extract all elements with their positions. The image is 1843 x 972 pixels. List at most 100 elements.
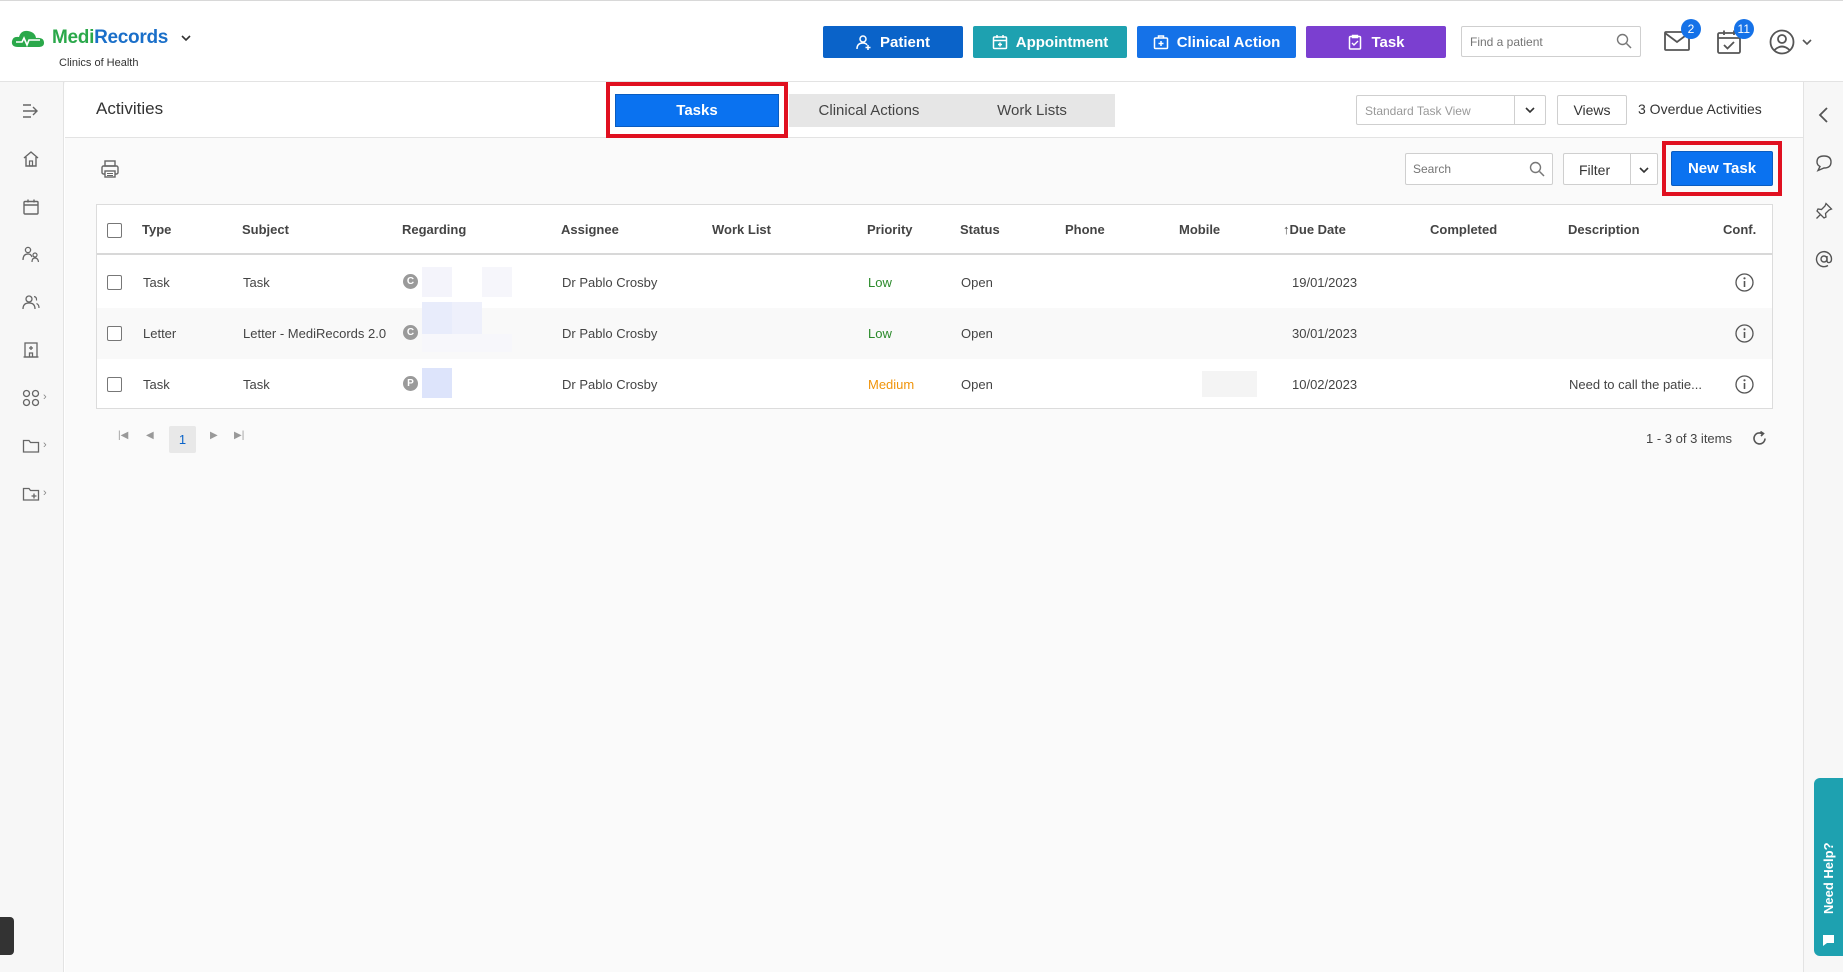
cell-description: Need to call the patie...: [1569, 377, 1702, 392]
new-task-top-button[interactable]: Task: [1306, 26, 1446, 58]
tab-work-lists[interactable]: Work Lists: [949, 94, 1115, 127]
new-task-button[interactable]: New Task: [1671, 151, 1773, 186]
tab-tasks[interactable]: Tasks: [615, 94, 779, 127]
appointment-button-label: Appointment: [1015, 33, 1109, 51]
refresh-icon[interactable]: [1751, 430, 1768, 447]
pin-icon[interactable]: [1815, 202, 1833, 220]
info-icon[interactable]: [1735, 273, 1754, 292]
folder-icon: [22, 439, 40, 453]
cell-status: Open: [961, 275, 993, 290]
new-appointment-button[interactable]: Appointment: [973, 26, 1127, 58]
column-header-assignee[interactable]: Assignee: [561, 222, 619, 237]
patients-icon: [22, 246, 40, 263]
column-header-subject[interactable]: Subject: [242, 222, 289, 237]
column-header-completed[interactable]: Completed: [1430, 222, 1497, 237]
messages-button[interactable]: 2: [1663, 19, 1701, 59]
cell-due-date: 10/02/2023: [1292, 377, 1358, 392]
task-search-input[interactable]: [1406, 154, 1516, 184]
column-header-description[interactable]: Description: [1568, 222, 1640, 237]
cell-priority: Low: [868, 326, 892, 341]
column-header-priority[interactable]: Priority: [867, 222, 913, 237]
chevron-right-icon: ›: [43, 391, 47, 403]
expand-menu-icon: [23, 104, 38, 118]
main-content: Activities Tasks Clinical Actions Work L…: [65, 82, 1803, 972]
page-title: Activities: [96, 99, 164, 118]
clipboard-icon: [1349, 34, 1362, 50]
select-all-checkbox[interactable]: [107, 223, 122, 238]
app-logo[interactable]: MediRecords: [10, 27, 192, 49]
last-page-icon[interactable]: ▶|: [234, 430, 244, 441]
tasks-notification-button[interactable]: 11: [1716, 19, 1754, 59]
row-checkbox[interactable]: [107, 326, 122, 341]
user-menu[interactable]: [1769, 29, 1813, 55]
need-help-widget[interactable]: Need Help?: [1814, 778, 1843, 956]
chat-icon[interactable]: [1815, 154, 1833, 172]
cell-due-date: 30/01/2023: [1292, 326, 1358, 341]
page-header: Activities Tasks Clinical Actions Work L…: [65, 82, 1803, 138]
folder-add-icon: [22, 487, 40, 501]
info-icon[interactable]: [1735, 324, 1754, 343]
tab-clinical-actions[interactable]: Clinical Actions: [789, 94, 949, 127]
column-header-phone[interactable]: Phone: [1065, 222, 1105, 237]
filter-button[interactable]: Filter: [1563, 153, 1658, 185]
task-search[interactable]: [1405, 153, 1553, 185]
info-icon[interactable]: [1735, 375, 1754, 394]
row-checkbox[interactable]: [107, 275, 122, 290]
nav-patients[interactable]: [22, 244, 42, 264]
search-icon[interactable]: [1529, 161, 1545, 177]
column-header-worklist[interactable]: Work List: [712, 222, 771, 237]
cell-assignee: Dr Pablo Crosby: [562, 275, 658, 290]
find-patient-input[interactable]: [1462, 27, 1602, 56]
due-date-header-label: Due Date: [1289, 222, 1346, 237]
home-icon: [23, 151, 39, 167]
task-view-select[interactable]: Standard Task View: [1356, 95, 1546, 125]
expand-sidebar-button[interactable]: [22, 101, 42, 121]
chevron-right-icon: ›: [43, 439, 47, 451]
overdue-activities-link[interactable]: 3 Overdue Activities: [1638, 101, 1762, 117]
at-sign-icon[interactable]: [1815, 250, 1833, 268]
side-drawer-tab[interactable]: [0, 917, 14, 955]
column-header-mobile[interactable]: Mobile: [1179, 222, 1220, 237]
cell-subject: Task: [243, 377, 270, 392]
views-button[interactable]: Views: [1557, 95, 1627, 125]
row-checkbox[interactable]: [107, 377, 122, 392]
column-header-status[interactable]: Status: [960, 222, 1000, 237]
cell-type: Letter: [143, 326, 177, 341]
nav-folders[interactable]: [22, 436, 42, 456]
nav-calendar[interactable]: [22, 197, 42, 217]
table-row[interactable]: Task Task C Dr Pablo Crosby Low Open 19/…: [97, 257, 1772, 308]
redacted-name-block: [482, 267, 512, 297]
new-clinical-action-button[interactable]: Clinical Action: [1137, 26, 1296, 58]
find-patient-search[interactable]: [1461, 26, 1641, 57]
brand-name: MediRecords: [52, 27, 169, 48]
page-number-current[interactable]: 1: [169, 426, 196, 453]
column-header-due-date[interactable]: ↑Due Date: [1283, 222, 1346, 237]
nav-contacts[interactable]: [22, 292, 42, 312]
column-header-regarding[interactable]: Regarding: [402, 222, 466, 237]
nav-new-folder[interactable]: [22, 484, 42, 504]
grid-header: Type Subject Regarding Assignee Work Lis…: [97, 205, 1772, 255]
table-row[interactable]: Letter Letter - MediRecords 2.0 C Dr Pab…: [97, 302, 1772, 359]
nav-home[interactable]: [22, 149, 42, 169]
previous-page-icon[interactable]: ◀: [146, 430, 154, 441]
filter-divider: [1630, 154, 1631, 184]
chevron-down-icon[interactable]: [1638, 164, 1650, 176]
need-help-label: Need Help?: [1821, 842, 1836, 914]
first-page-icon[interactable]: |◀: [118, 430, 128, 441]
printer-icon[interactable]: [100, 159, 120, 179]
task-view-value: Standard Task View: [1365, 104, 1471, 118]
chevron-left-icon[interactable]: [1815, 106, 1833, 124]
cell-priority: Medium: [868, 377, 915, 392]
redacted-name-block: [422, 368, 452, 398]
column-header-type[interactable]: Type: [142, 222, 171, 237]
filter-label: Filter: [1579, 162, 1611, 178]
nav-apps[interactable]: [22, 388, 42, 408]
new-patient-button[interactable]: Patient: [823, 26, 963, 58]
search-icon[interactable]: [1616, 33, 1632, 49]
clinic-name: Clinics of Health: [59, 57, 139, 69]
next-page-icon[interactable]: ▶: [210, 430, 218, 441]
nav-clinic[interactable]: [22, 340, 42, 360]
table-row[interactable]: Task Task P Dr Pablo Crosby Medium Open …: [97, 359, 1772, 410]
column-header-conf[interactable]: Conf.: [1723, 222, 1756, 237]
chevron-down-icon[interactable]: [180, 32, 192, 44]
